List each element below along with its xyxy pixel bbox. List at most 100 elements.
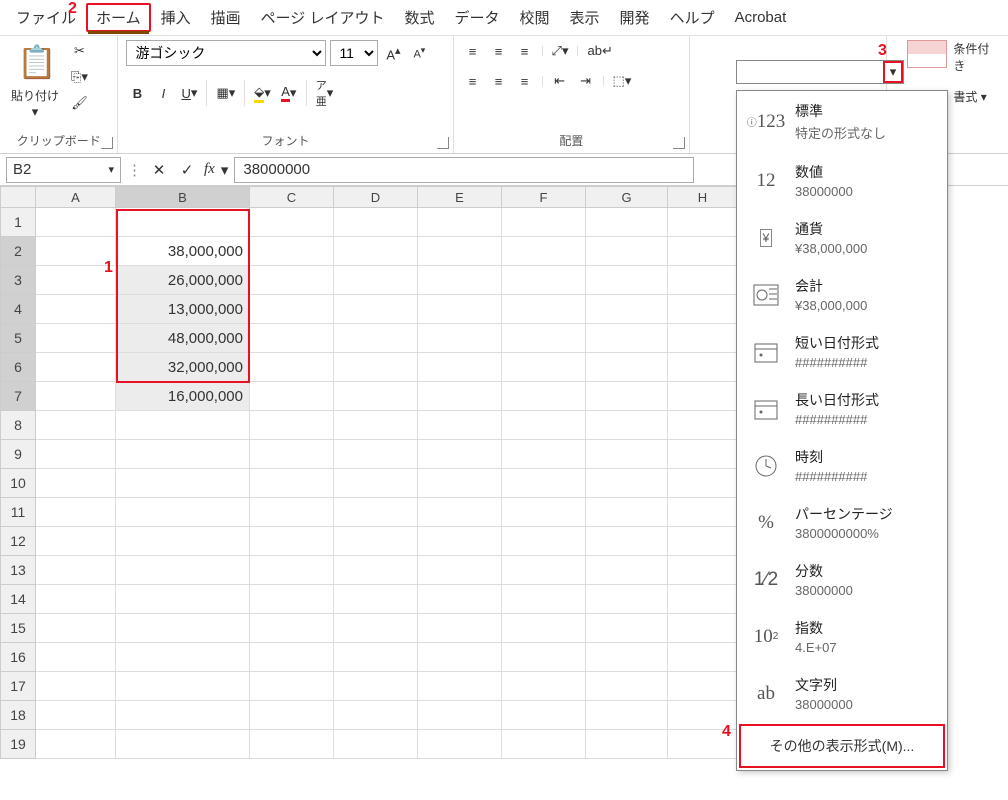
cell-E1[interactable] bbox=[418, 208, 502, 237]
cell-H17[interactable] bbox=[668, 672, 738, 701]
cell-G9[interactable] bbox=[586, 440, 668, 469]
cancel-edit-button[interactable]: ✕ bbox=[148, 158, 170, 182]
cell-G16[interactable] bbox=[586, 643, 668, 672]
cell-A16[interactable] bbox=[36, 643, 116, 672]
conditional-format-label[interactable]: 条件付き bbox=[953, 40, 1000, 74]
cell-A13[interactable] bbox=[36, 556, 116, 585]
cell-C10[interactable] bbox=[250, 469, 334, 498]
cell-H1[interactable] bbox=[668, 208, 738, 237]
row-header-16[interactable]: 16 bbox=[0, 643, 36, 672]
cell-G6[interactable] bbox=[586, 353, 668, 382]
select-all-corner[interactable] bbox=[0, 186, 36, 208]
italic-button[interactable]: I bbox=[152, 82, 174, 104]
row-header-7[interactable]: 7 bbox=[0, 382, 36, 411]
cell-D17[interactable] bbox=[334, 672, 418, 701]
cell-D6[interactable] bbox=[334, 353, 418, 382]
cell-C8[interactable] bbox=[250, 411, 334, 440]
row-header-12[interactable]: 12 bbox=[0, 527, 36, 556]
cell-E9[interactable] bbox=[418, 440, 502, 469]
cell-G13[interactable] bbox=[586, 556, 668, 585]
cell-C19[interactable] bbox=[250, 730, 334, 759]
menu-insert[interactable]: 挿入 bbox=[151, 3, 201, 32]
cell-A17[interactable] bbox=[36, 672, 116, 701]
cell-D2[interactable] bbox=[334, 237, 418, 266]
cell-B12[interactable] bbox=[116, 527, 250, 556]
cell-E14[interactable] bbox=[418, 585, 502, 614]
cell-G19[interactable] bbox=[586, 730, 668, 759]
row-header-15[interactable]: 15 bbox=[0, 614, 36, 643]
cell-C14[interactable] bbox=[250, 585, 334, 614]
shrink-font-button[interactable]: A▾ bbox=[408, 42, 430, 64]
cell-F4[interactable] bbox=[502, 295, 586, 324]
row-header-9[interactable]: 9 bbox=[0, 440, 36, 469]
align-middle-button[interactable]: ≡ bbox=[488, 40, 510, 62]
cell-C4[interactable] bbox=[250, 295, 334, 324]
cell-E10[interactable] bbox=[418, 469, 502, 498]
menu-acrobat[interactable]: Acrobat bbox=[725, 5, 797, 30]
cell-D7[interactable] bbox=[334, 382, 418, 411]
align-top-button[interactable]: ≡ bbox=[462, 40, 484, 62]
cell-C15[interactable] bbox=[250, 614, 334, 643]
row-header-3[interactable]: 3 bbox=[0, 266, 36, 295]
cell-C17[interactable] bbox=[250, 672, 334, 701]
cell-H8[interactable] bbox=[668, 411, 738, 440]
cell-H14[interactable] bbox=[668, 585, 738, 614]
cell-C3[interactable] bbox=[250, 266, 334, 295]
cell-D19[interactable] bbox=[334, 730, 418, 759]
alignment-launcher[interactable] bbox=[673, 137, 685, 149]
cell-G2[interactable] bbox=[586, 237, 668, 266]
cell-D11[interactable] bbox=[334, 498, 418, 527]
cell-A4[interactable] bbox=[36, 295, 116, 324]
formula-input[interactable]: 38000000 bbox=[234, 157, 694, 183]
cell-B13[interactable] bbox=[116, 556, 250, 585]
cell-B11[interactable] bbox=[116, 498, 250, 527]
wrap-text-button[interactable]: ab↵ bbox=[584, 40, 615, 62]
cell-B3[interactable]: 26,000,000 bbox=[116, 266, 250, 295]
cell-F14[interactable] bbox=[502, 585, 586, 614]
row-header-18[interactable]: 18 bbox=[0, 701, 36, 730]
cell-F5[interactable] bbox=[502, 324, 586, 353]
menu-review[interactable]: 校閲 bbox=[510, 3, 560, 32]
cell-A12[interactable] bbox=[36, 527, 116, 556]
cell-E18[interactable] bbox=[418, 701, 502, 730]
underline-button[interactable]: U ▾ bbox=[178, 82, 200, 104]
cell-B10[interactable] bbox=[116, 469, 250, 498]
cell-C5[interactable] bbox=[250, 324, 334, 353]
cell-B4[interactable]: 13,000,000 bbox=[116, 295, 250, 324]
row-header-4[interactable]: 4 bbox=[0, 295, 36, 324]
merge-button[interactable]: ⬚ ▾ bbox=[610, 70, 635, 92]
cell-C9[interactable] bbox=[250, 440, 334, 469]
cell-D4[interactable] bbox=[334, 295, 418, 324]
cell-F16[interactable] bbox=[502, 643, 586, 672]
row-header-1[interactable]: 1 bbox=[0, 208, 36, 237]
cell-E16[interactable] bbox=[418, 643, 502, 672]
cell-H6[interactable] bbox=[668, 353, 738, 382]
cell-A18[interactable] bbox=[36, 701, 116, 730]
cell-E8[interactable] bbox=[418, 411, 502, 440]
cell-F18[interactable] bbox=[502, 701, 586, 730]
number-format-percent[interactable]: %パーセンテージ3800000000% bbox=[737, 494, 947, 551]
cell-D13[interactable] bbox=[334, 556, 418, 585]
paste-button[interactable]: 貼り付け ▾ bbox=[8, 40, 62, 123]
border-button[interactable]: ▦ ▾ bbox=[213, 82, 238, 104]
cell-C13[interactable] bbox=[250, 556, 334, 585]
menu-draw[interactable]: 描画 bbox=[201, 3, 251, 32]
cell-D9[interactable] bbox=[334, 440, 418, 469]
format-painter-button[interactable]: 🖌 bbox=[68, 92, 91, 114]
cell-H15[interactable] bbox=[668, 614, 738, 643]
cell-G15[interactable] bbox=[586, 614, 668, 643]
row-header-10[interactable]: 10 bbox=[0, 469, 36, 498]
cell-B7[interactable]: 16,000,000 bbox=[116, 382, 250, 411]
cell-G10[interactable] bbox=[586, 469, 668, 498]
cell-H2[interactable] bbox=[668, 237, 738, 266]
number-format-fraction[interactable]: 1⁄2分数38000000 bbox=[737, 551, 947, 608]
row-header-14[interactable]: 14 bbox=[0, 585, 36, 614]
cell-B14[interactable] bbox=[116, 585, 250, 614]
align-bottom-button[interactable]: ≡ bbox=[514, 40, 536, 62]
number-format-dropdown-button[interactable]: ▾ bbox=[883, 61, 903, 83]
cell-D18[interactable] bbox=[334, 701, 418, 730]
number-format-sci[interactable]: 102指数4.E+07 bbox=[737, 608, 947, 665]
fx-icon[interactable]: fx bbox=[204, 161, 215, 178]
cell-F1[interactable] bbox=[502, 208, 586, 237]
font-size-select[interactable]: 11 bbox=[330, 40, 378, 66]
